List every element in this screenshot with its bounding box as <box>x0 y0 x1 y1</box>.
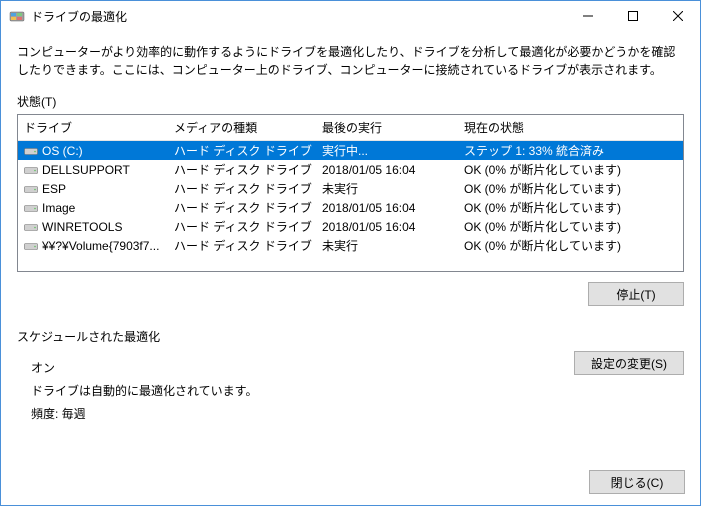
listview-header: ドライブ メディアの種類 最後の実行 現在の状態 <box>18 115 683 141</box>
change-settings-button[interactable]: 設定の変更(S) <box>574 351 684 375</box>
schedule-auto-text: ドライブは自動的に最適化されています。 <box>31 382 257 399</box>
titlebar: ドライブの最適化 <box>1 1 700 31</box>
listview-body: OS (C:)ハード ディスク ドライブ実行中...ステップ 1: 33% 統合… <box>18 141 683 255</box>
col-header-last[interactable]: 最後の実行 <box>316 115 458 140</box>
state-cell: OK (0% が断片化しています) <box>458 216 683 237</box>
last-run-cell: 未実行 <box>316 235 458 256</box>
last-run-cell: 実行中... <box>316 140 458 161</box>
drive-cell: DELLSUPPORT <box>18 161 168 179</box>
drive-name: OS (C:) <box>42 144 83 158</box>
drive-icon <box>24 184 38 194</box>
last-run-cell: 2018/01/05 16:04 <box>316 199 458 217</box>
close-dialog-button[interactable]: 閉じる(C) <box>589 470 685 494</box>
minimize-button[interactable] <box>565 1 610 31</box>
media-cell: ハード ディスク ドライブ <box>168 178 316 199</box>
drive-name: Image <box>42 201 75 215</box>
col-header-media[interactable]: メディアの種類 <box>168 115 316 140</box>
media-cell: ハード ディスク ドライブ <box>168 235 316 256</box>
state-cell: OK (0% が断片化しています) <box>458 235 683 256</box>
drive-cell: Image <box>18 199 168 217</box>
state-cell: OK (0% が断片化しています) <box>458 197 683 218</box>
drive-icon <box>24 146 38 156</box>
media-cell: ハード ディスク ドライブ <box>168 159 316 180</box>
state-cell: ステップ 1: 33% 統合済み <box>458 140 683 161</box>
drives-listview[interactable]: ドライブ メディアの種類 最後の実行 現在の状態 OS (C:) ハード ディスク… <box>17 114 684 272</box>
last-run-cell: 2018/01/05 16:04 <box>316 161 458 179</box>
close-button[interactable] <box>655 1 700 31</box>
table-row[interactable]: ESP ハード ディスク ドライブ未実行OK (0% が断片化しています) <box>18 179 683 198</box>
stop-button[interactable]: 停止(T) <box>588 282 684 306</box>
table-row[interactable]: ¥¥?¥Volume{7903f7... ハード ディスク ドライブ未実行OK (… <box>18 236 683 255</box>
drive-cell: ESP <box>18 180 168 198</box>
maximize-button[interactable] <box>610 1 655 31</box>
table-row[interactable]: Image ハード ディスク ドライブ2018/01/05 16:04OK (0%… <box>18 198 683 217</box>
schedule-on-label: オン <box>31 359 257 376</box>
schedule-frequency: 頻度: 毎週 <box>31 405 257 422</box>
table-row[interactable]: DELLSUPPORT ハード ディスク ドライブ2018/01/05 16:04… <box>18 160 683 179</box>
drive-name: DELLSUPPORT <box>42 163 130 177</box>
state-cell: OK (0% が断片化しています) <box>458 159 683 180</box>
media-cell: ハード ディスク ドライブ <box>168 197 316 218</box>
drive-icon <box>24 165 38 175</box>
drive-name: WINRETOOLS <box>42 220 122 234</box>
drive-cell: ¥¥?¥Volume{7903f7... <box>18 237 168 255</box>
window-title: ドライブの最適化 <box>31 8 565 25</box>
defrag-app-icon <box>9 8 25 24</box>
status-section-label: 状態(T) <box>17 93 684 110</box>
media-cell: ハード ディスク ドライブ <box>168 140 316 161</box>
drive-cell: OS (C:) <box>18 142 168 160</box>
drive-cell: WINRETOOLS <box>18 218 168 236</box>
drive-name: ESP <box>42 182 66 196</box>
window-controls <box>565 1 700 31</box>
media-cell: ハード ディスク ドライブ <box>168 216 316 237</box>
table-row[interactable]: OS (C:) ハード ディスク ドライブ実行中...ステップ 1: 33% 統合… <box>18 141 683 160</box>
state-cell: OK (0% が断片化しています) <box>458 178 683 199</box>
description-text: コンピューターがより効率的に動作するようにドライブを最適化したり、ドライブを分析… <box>17 43 684 79</box>
col-header-state[interactable]: 現在の状態 <box>458 115 683 140</box>
schedule-section-label: スケジュールされた最適化 <box>17 328 684 345</box>
drive-icon <box>24 241 38 251</box>
last-run-cell: 未実行 <box>316 178 458 199</box>
table-row[interactable]: WINRETOOLS ハード ディスク ドライブ2018/01/05 16:04O… <box>18 217 683 236</box>
drive-name: ¥¥?¥Volume{7903f7... <box>42 239 159 253</box>
last-run-cell: 2018/01/05 16:04 <box>316 218 458 236</box>
drive-icon <box>24 203 38 213</box>
drive-icon <box>24 222 38 232</box>
col-header-drive[interactable]: ドライブ <box>18 115 168 140</box>
